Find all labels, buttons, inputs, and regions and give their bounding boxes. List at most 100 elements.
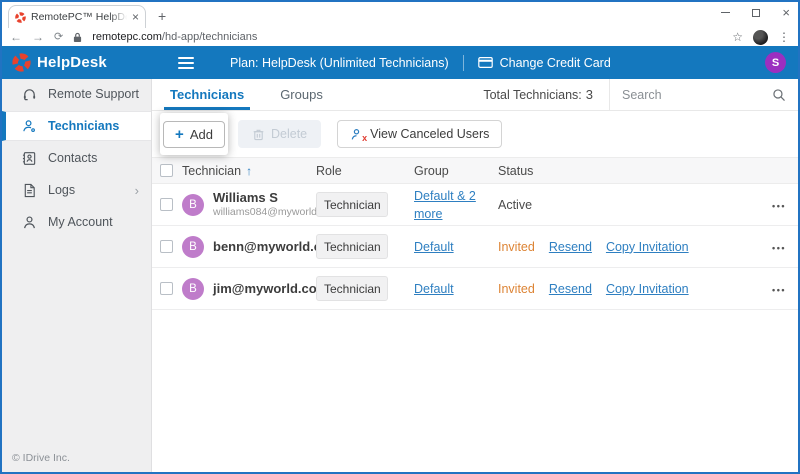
sidebar-item-contacts[interactable]: Contacts — [2, 143, 151, 173]
view-canceled-users-button[interactable]: x View Canceled Users — [337, 120, 502, 148]
main-content: Technicians Groups Total Technicians: 3 — [152, 79, 798, 472]
copyright-text: © IDrive Inc. — [12, 452, 70, 464]
logs-icon — [22, 183, 37, 198]
canceled-x-mark: x — [362, 134, 367, 143]
technician-icon — [22, 119, 37, 134]
status-badge: Active — [498, 198, 532, 212]
sidebar-item-label: My Account — [48, 215, 113, 229]
toolbar: + Add Delete x View Canceled Users — [152, 111, 798, 157]
sidebar-item-technicians[interactable]: Technicians — [2, 111, 151, 141]
technician-name: jim@myworld.com — [213, 281, 328, 296]
forward-icon[interactable]: → — [32, 31, 44, 43]
credit-card-icon — [478, 57, 493, 68]
tab-title: RemotePC™ HelpDesk - Technicians — [31, 11, 127, 23]
lock-icon — [73, 32, 82, 43]
url-text[interactable]: remotepc.com/hd-app/technicians — [92, 31, 257, 43]
sidebar-item-label: Contacts — [48, 151, 97, 165]
tab-technicians[interactable]: Technicians — [152, 79, 262, 110]
status-badge: Invited — [498, 282, 535, 296]
resend-link[interactable]: Resend — [549, 282, 592, 296]
search-box — [610, 79, 798, 110]
content-tabs-row: Technicians Groups Total Technicians: 3 — [152, 79, 798, 111]
browser-menu-icon[interactable]: ⋮ — [778, 30, 790, 44]
table-row: B benn@myworld.com Technician Default In… — [152, 226, 798, 268]
browser-address-bar: ← → ⟳ remotepc.com/hd-app/technicians ☆ … — [2, 28, 798, 46]
minimize-icon[interactable] — [721, 12, 730, 14]
role-dropdown[interactable]: Technician — [316, 276, 388, 301]
brand-name: HelpDesk — [37, 54, 107, 71]
brand-life-ring-icon — [12, 53, 31, 72]
search-icon[interactable] — [772, 88, 786, 102]
table-row: B jim@myworld.com Technician Default Inv… — [152, 268, 798, 310]
column-group: Group — [414, 164, 498, 178]
role-value: Technician — [324, 240, 381, 254]
sidebar-item-label: Technicians — [48, 119, 119, 133]
contacts-icon — [22, 151, 37, 166]
refresh-icon[interactable]: ⟳ — [54, 32, 63, 43]
avatar: B — [182, 194, 204, 216]
brand[interactable]: HelpDesk — [2, 53, 152, 72]
hamburger-menu-icon[interactable] — [178, 57, 194, 69]
browser-tab[interactable]: RemotePC™ HelpDesk - Technicians × — [8, 5, 146, 28]
row-checkbox[interactable] — [160, 282, 173, 295]
user-icon — [22, 215, 37, 230]
search-input[interactable] — [622, 88, 764, 102]
group-link[interactable]: Default & 2 more — [414, 189, 476, 221]
window-controls: × — [721, 6, 790, 19]
close-tab-icon[interactable]: × — [132, 11, 139, 23]
sidebar-item-label: Logs — [48, 183, 75, 197]
total-technicians: Total Technicians: 3 — [483, 79, 609, 110]
maximize-icon[interactable] — [752, 9, 760, 17]
chevron-right-icon: › — [135, 183, 139, 198]
sidebar-item-remote-support[interactable]: Remote Support — [2, 79, 151, 109]
change-credit-card-label: Change Credit Card — [500, 56, 611, 70]
headset-icon — [22, 87, 37, 102]
resend-link[interactable]: Resend — [549, 240, 592, 254]
sort-ascending-icon[interactable]: ↑ — [246, 164, 252, 178]
copy-invitation-link[interactable]: Copy Invitation — [606, 282, 689, 296]
sidebar-item-my-account[interactable]: My Account — [2, 207, 151, 237]
row-menu-icon[interactable]: ••• — [772, 201, 786, 211]
tab-groups[interactable]: Groups — [262, 79, 341, 110]
header-divider — [463, 55, 464, 71]
delete-button[interactable]: Delete — [238, 120, 321, 148]
browser-profile-avatar[interactable] — [753, 30, 768, 45]
copy-invitation-link[interactable]: Copy Invitation — [606, 240, 689, 254]
column-status: Status — [498, 164, 758, 178]
window-close-icon[interactable]: × — [782, 6, 790, 19]
row-checkbox[interactable] — [160, 240, 173, 253]
group-link[interactable]: Default — [414, 240, 454, 254]
add-button-highlight-card: + Add — [160, 113, 228, 155]
row-menu-icon[interactable]: ••• — [772, 243, 786, 253]
add-button[interactable]: + Add — [163, 121, 225, 148]
user-avatar[interactable]: S — [765, 52, 786, 73]
group-link[interactable]: Default — [414, 282, 454, 296]
column-technician[interactable]: Technician — [182, 164, 241, 178]
avatar: B — [182, 236, 204, 258]
sidebar-item-logs[interactable]: Logs › — [2, 175, 151, 205]
change-credit-card-button[interactable]: Change Credit Card — [478, 56, 611, 70]
sidebar-item-label: Remote Support — [48, 87, 139, 101]
row-menu-icon[interactable]: ••• — [772, 285, 786, 295]
url-path: /hd-app/technicians — [162, 31, 257, 43]
new-tab-icon[interactable]: + — [158, 8, 166, 24]
total-technicians-count: 3 — [586, 87, 593, 102]
empty-area — [152, 310, 798, 472]
trash-icon — [252, 128, 265, 141]
delete-button-label: Delete — [271, 127, 307, 141]
table-header: Technician ↑ Role Group Status — [152, 157, 798, 184]
row-checkbox[interactable] — [160, 198, 173, 211]
bookmark-star-icon[interactable]: ☆ — [732, 30, 743, 44]
table-row: B Williams S williams084@myworld.com Tec… — [152, 184, 798, 226]
plus-icon: + — [175, 127, 184, 142]
status-badge: Invited — [498, 240, 535, 254]
role-value: Technician — [324, 282, 381, 296]
back-icon[interactable]: ← — [10, 31, 22, 43]
avatar: B — [182, 278, 204, 300]
browser-tab-strip: RemotePC™ HelpDesk - Technicians × + × — [2, 2, 798, 28]
app-header: HelpDesk Plan: HelpDesk (Unlimited Techn… — [2, 46, 798, 79]
select-all-checkbox[interactable] — [160, 164, 173, 177]
role-dropdown[interactable]: Technician — [316, 192, 388, 217]
plan-label: Plan: HelpDesk (Unlimited Technicians) — [230, 56, 449, 70]
role-dropdown[interactable]: Technician — [316, 234, 388, 259]
